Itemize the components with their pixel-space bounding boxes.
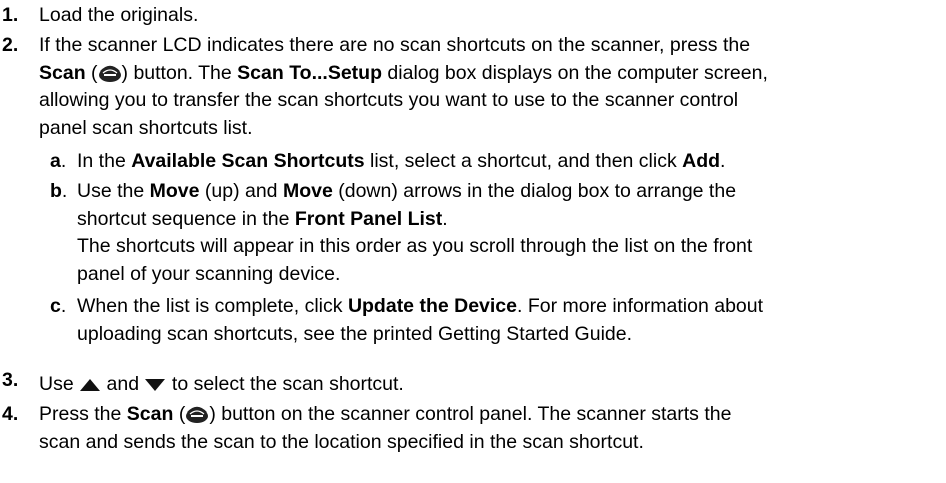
text-span: dialog box displays on the computer scre… [382,61,768,84]
substep-text: When the list is complete, click Update … [77,293,946,348]
instruction-document: 1. Load the originals. 2. If the scanner… [0,0,946,483]
step-text: If the scanner LCD indicates there are n… [39,32,939,142]
text-span: ( [85,61,98,84]
bold-text: Available Scan Shortcuts [131,150,365,172]
substep-line: shortcut sequence in the Front Panel Lis… [77,207,448,230]
step-line: If the scanner LCD indicates there are n… [39,34,751,56]
step-number: 3. [2,369,19,391]
substep-line: When the list is complete, click Update … [77,295,764,317]
step-number: 2. [2,34,19,56]
bold-text: Move [149,180,200,202]
scanner-icon [98,65,121,82]
step-number: 4. [2,403,19,425]
bold-text: Front Panel List [294,207,443,230]
bold-text: Move [282,180,333,202]
step-line: Press the Scan () button on the scanner … [39,403,732,425]
down-arrow-icon [145,379,166,391]
bold-text: Scan To...Setup [237,61,382,84]
step-text: Load the originals. [39,4,199,26]
bold-text: Scan [126,403,174,425]
substep-line: Use the Move (up) and Move (down) arrows… [77,180,737,202]
step-line: allowing you to transfer the scan shortc… [39,89,739,112]
step-line: panel scan shortcuts list. [39,116,253,139]
bold-text: Update the Device [347,295,517,317]
substep-letter: c. [50,295,67,317]
substep-letter: b. [50,180,68,202]
substep-letter: a. [50,150,67,172]
substep-text: Use the Move (up) and Move (down) arrows… [77,178,946,288]
bold-text: Scan [39,61,86,84]
substep-line: panel of your scanning device. [77,262,341,285]
step-line: Scan ( ) button. The Scan To...Setup dial… [39,60,939,88]
up-arrow-icon [80,379,101,391]
substep-line: The shortcuts will appear in this order … [77,235,753,258]
step-line: scan and sends the scan to the location … [39,430,644,453]
substep-line: uploading scan shortcuts, see the printe… [77,322,633,345]
text-span: ) button. The [121,61,238,84]
step-text: Press the Scan () button on the scanner … [39,401,939,456]
step-text: Use and to select the scan shortcut. [39,373,404,395]
bold-text: Add [682,150,721,172]
substep-text: In the Available Scan Shortcuts list, se… [77,150,726,172]
scanner-icon [186,406,209,423]
step-number: 1. [2,4,19,26]
